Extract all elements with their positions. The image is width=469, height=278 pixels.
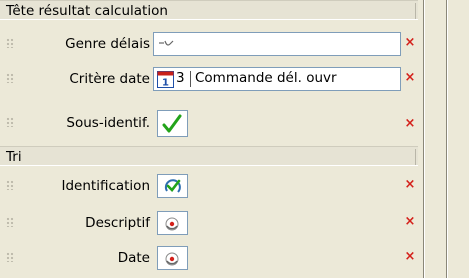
- remove-descriptif-button[interactable]: ×: [403, 215, 417, 229]
- header-divider: [415, 149, 416, 165]
- row-critere-date: Critère date 1 3 Commande dél. ouvr ×: [0, 62, 420, 96]
- critere-date-field[interactable]: 1 3 Commande dél. ouvr: [153, 67, 401, 91]
- drag-handle-icon[interactable]: [6, 73, 14, 83]
- label-genre-delais: Genre délais: [65, 36, 150, 52]
- section-title-result: Tête résultat calculation: [6, 3, 168, 19]
- row-descriptif: Descriptif ×: [0, 206, 420, 240]
- sous-identif-checkbox[interactable]: [157, 110, 188, 137]
- settings-panel: Tête résultat calculation Genre délais ×…: [0, 0, 420, 278]
- row-genre-delais: Genre délais ×: [0, 27, 420, 61]
- svg-text:1: 1: [162, 78, 169, 89]
- identification-sort-toggle[interactable]: [157, 174, 188, 198]
- row-sous-identif: Sous-identif. ×: [0, 106, 420, 140]
- date-sort-toggle[interactable]: [157, 246, 188, 270]
- label-identification: Identification: [61, 178, 150, 194]
- critere-date-description: Commande dél. ouvr: [195, 70, 337, 86]
- refresh-check-icon: [164, 179, 181, 193]
- remove-critere-date-button[interactable]: ×: [403, 71, 417, 85]
- drag-handle-icon[interactable]: [6, 180, 14, 190]
- checkmark-icon: [162, 114, 182, 133]
- wave-indicator-icon: [159, 40, 174, 46]
- section-title-sort: Tri: [6, 149, 22, 165]
- row-identification: Identification ×: [0, 169, 420, 203]
- critere-date-number: 3: [176, 70, 185, 86]
- section-header-result: Tête résultat calculation: [0, 0, 418, 20]
- splitter-line-highlight: [447, 0, 448, 278]
- radio-dot-icon: [165, 217, 179, 231]
- drag-handle-icon[interactable]: [6, 117, 14, 127]
- remove-genre-delais-button[interactable]: ×: [403, 36, 417, 50]
- label-descriptif: Descriptif: [85, 215, 150, 231]
- remove-date-button[interactable]: ×: [403, 250, 417, 264]
- calendar-icon: 1: [157, 71, 174, 88]
- radio-dot-icon: [165, 252, 179, 266]
- label-date: Date: [117, 250, 150, 266]
- row-date: Date ×: [0, 241, 420, 275]
- label-sous-identif: Sous-identif.: [66, 115, 150, 131]
- section-header-sort: Tri: [0, 146, 418, 166]
- label-critere-date: Critère date: [69, 71, 150, 87]
- genre-delais-field[interactable]: [153, 32, 401, 56]
- descriptif-sort-toggle[interactable]: [157, 211, 188, 235]
- remove-identification-button[interactable]: ×: [403, 178, 417, 192]
- field-separator: [190, 71, 191, 87]
- drag-handle-icon[interactable]: [6, 217, 14, 227]
- remove-sous-identif-button[interactable]: ×: [403, 117, 417, 131]
- panel-border-highlight: [424, 0, 425, 278]
- header-divider: [415, 3, 416, 19]
- drag-handle-icon[interactable]: [6, 252, 14, 262]
- drag-handle-icon[interactable]: [6, 38, 14, 48]
